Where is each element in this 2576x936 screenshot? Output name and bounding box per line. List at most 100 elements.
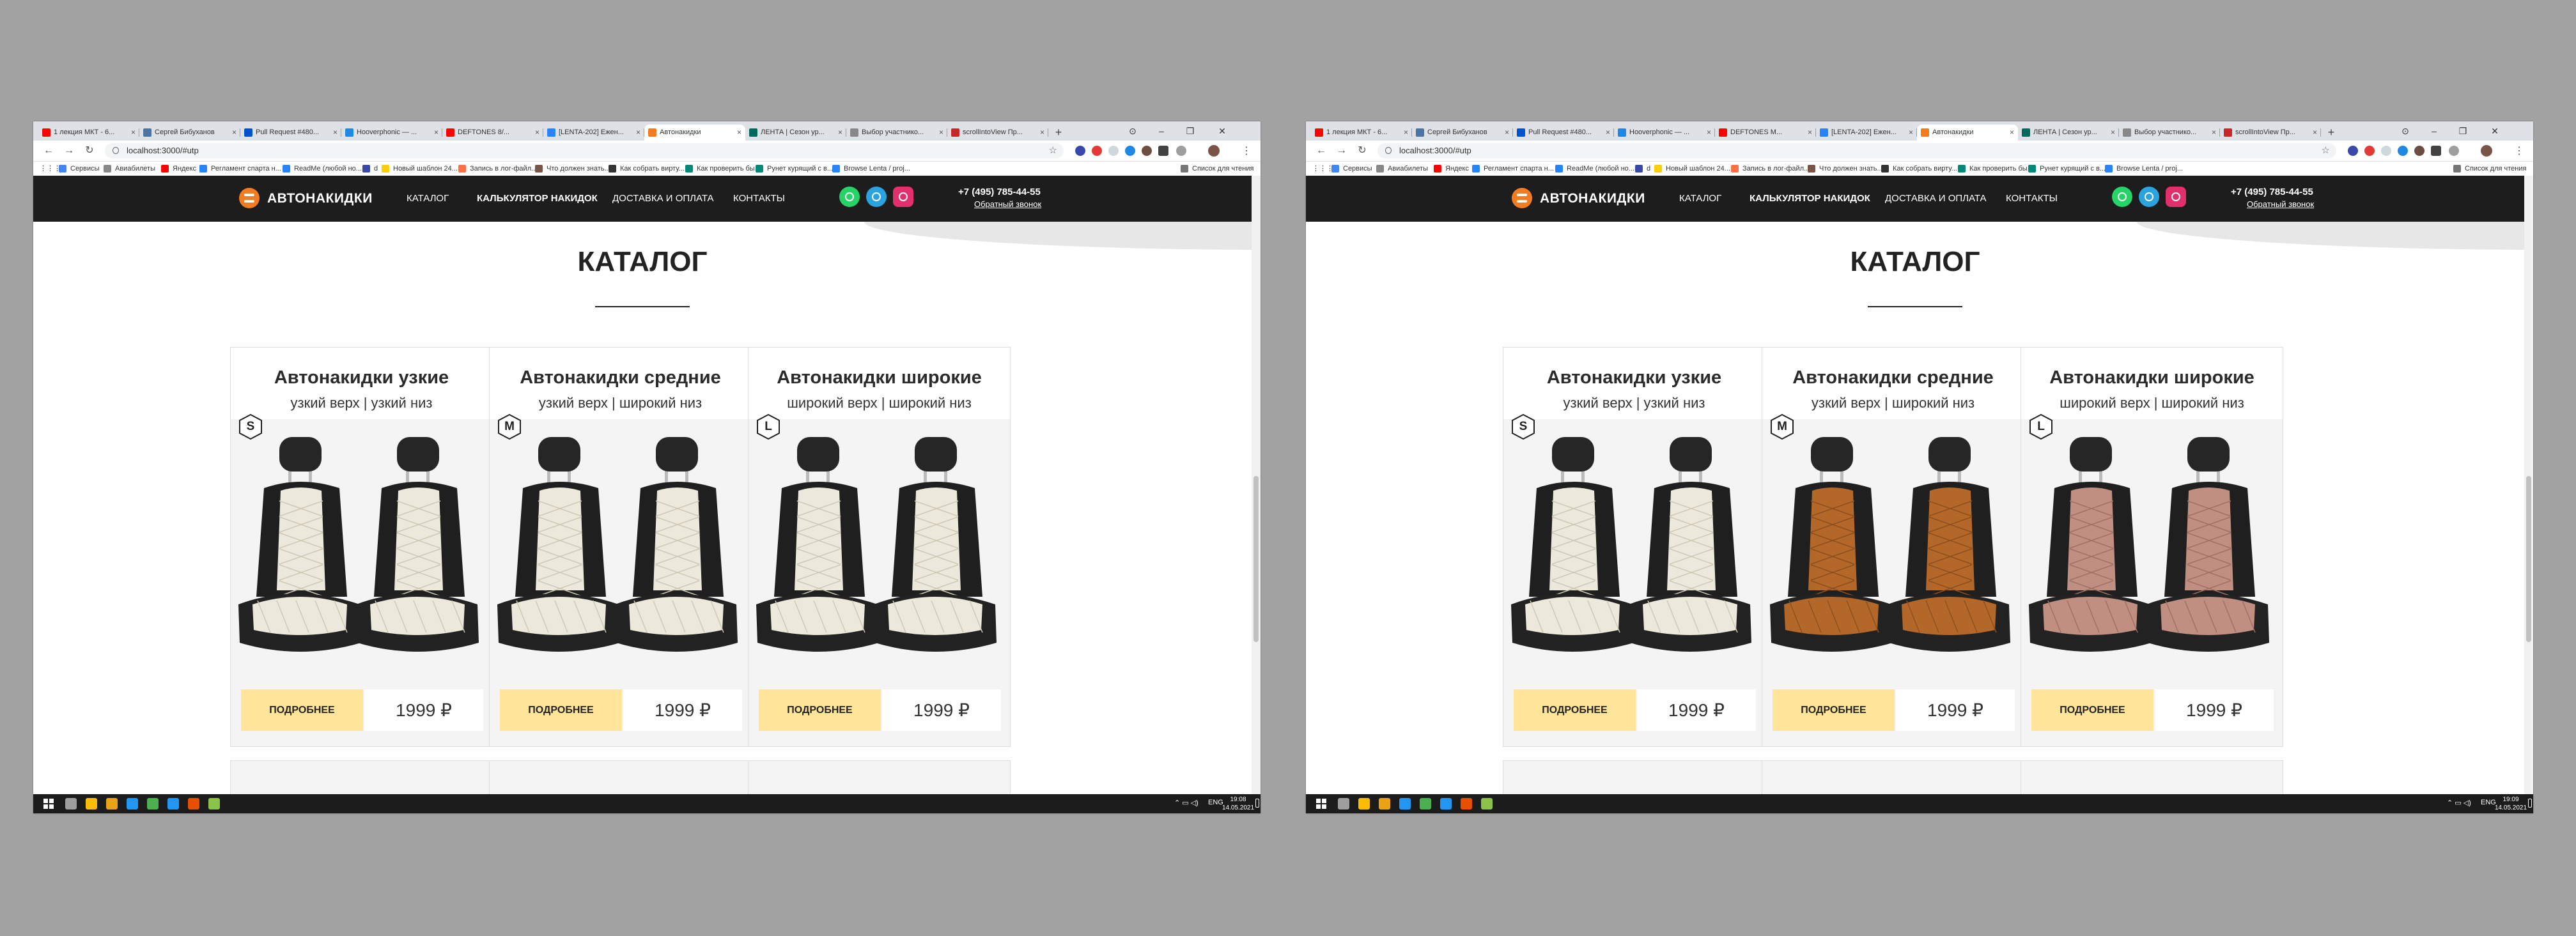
details-button[interactable]: ПОДРОБНЕЕ <box>1773 689 1895 731</box>
bookmark-item[interactable]: Авиабилеты <box>1376 164 1428 174</box>
tab-close-icon[interactable]: × <box>1606 125 1610 141</box>
browser-tab[interactable]: ЛЕНТА | Сезон ур... × <box>2018 125 2119 141</box>
nav-contacts[interactable]: КОНТАКТЫ <box>733 193 785 204</box>
bookmark-item[interactable]: Регламент спарта н... <box>1472 164 1554 174</box>
app-taskbar-icon[interactable] <box>188 798 199 809</box>
whatsapp-icon[interactable] <box>2112 187 2132 207</box>
bookmark-item[interactable]: Как проверить бы... <box>1958 164 2033 174</box>
browser-tab[interactable]: scrollIntoView Пр... × <box>947 125 1048 141</box>
tab-close-icon[interactable]: × <box>434 125 438 141</box>
browser-tab[interactable]: [LENTA-202] Ежен... × <box>543 125 644 141</box>
bookmark-item[interactable]: Сервисы <box>1331 164 1372 174</box>
bookmark-item[interactable]: Запись в лог-файл... <box>458 164 537 174</box>
browser-tab[interactable]: Автонакидки × <box>644 125 745 141</box>
tab-close-icon[interactable]: × <box>333 125 338 141</box>
telegram-icon[interactable] <box>866 187 887 207</box>
reading-list[interactable]: Список для чтения <box>1181 164 1253 174</box>
tool-taskbar-icon[interactable] <box>1420 798 1431 809</box>
extension-icon[interactable] <box>1142 146 1152 156</box>
bookmark-item[interactable]: Новый шаблон 24... <box>382 164 458 174</box>
sublime-taskbar-icon[interactable] <box>106 798 118 809</box>
vscode-taskbar-icon[interactable] <box>127 798 138 809</box>
notepad-taskbar-icon[interactable] <box>208 798 220 809</box>
extension-icon[interactable] <box>2348 146 2358 156</box>
taskbar-clock[interactable]: 19:08 14.05.2021 <box>1222 795 1254 812</box>
extension-icon[interactable] <box>2381 146 2391 156</box>
puzzle-icon[interactable] <box>1158 146 1168 156</box>
notifications-icon[interactable] <box>1255 799 1259 808</box>
bookmark-item[interactable]: Как собрать вирту... <box>609 164 685 174</box>
details-button[interactable]: ПОДРОБНЕЕ <box>1514 689 1636 731</box>
product-image[interactable] <box>1511 437 1757 667</box>
extension-icon[interactable] <box>1092 146 1102 156</box>
tab-close-icon[interactable]: × <box>1909 125 1913 141</box>
maximize-icon[interactable]: ❐ <box>1177 121 1203 141</box>
chrome-taskbar-icon[interactable] <box>1338 798 1349 809</box>
explorer-taskbar-icon[interactable] <box>1358 798 1370 809</box>
page-scrollbar[interactable] <box>2524 176 2533 794</box>
callback-link[interactable]: Обратный звонок <box>974 199 1041 209</box>
extension-icon[interactable] <box>2449 146 2459 156</box>
bookmark-star-icon[interactable]: ☆ <box>1049 143 1057 158</box>
tray-icons[interactable]: ⌃ ▭ ◁) <box>1174 799 1199 807</box>
bookmark-item[interactable]: Авиабилеты <box>104 164 155 174</box>
nav-contacts[interactable]: КОНТАКТЫ <box>2006 193 2058 204</box>
forward-icon[interactable]: → <box>63 144 75 157</box>
browser-tab[interactable]: Hooverphonic — ... × <box>1614 125 1715 141</box>
product-image[interactable] <box>1770 437 2016 667</box>
extension-icon[interactable] <box>2364 146 2375 156</box>
extension-icon[interactable] <box>1075 146 1085 156</box>
bookmark-item[interactable]: Как собрать вирту... <box>1881 164 1957 174</box>
tab-close-icon[interactable]: × <box>2313 125 2317 141</box>
bookmark-item[interactable]: d <box>1635 164 1650 174</box>
browser-tab[interactable]: ЛЕНТА | Сезон ур... × <box>745 125 846 141</box>
extension-icon[interactable] <box>2398 146 2408 156</box>
details-button[interactable]: ПОДРОБНЕЕ <box>241 689 363 731</box>
maximize-icon[interactable]: ❐ <box>2450 121 2476 141</box>
apps-icon[interactable]: ⋮⋮⋮ <box>40 164 61 174</box>
bookmark-item[interactable]: Запись в лог-файл... <box>1731 164 1810 174</box>
forward-icon[interactable]: → <box>1335 144 1348 157</box>
nav-calculator[interactable]: КАЛЬКУЛЯТОР НАКИДОК <box>1750 193 1870 204</box>
browser-tab[interactable]: Выбор участнико... × <box>846 125 947 141</box>
windows-start-icon[interactable] <box>1316 799 1326 809</box>
reload-icon[interactable]: ↻ <box>83 144 96 157</box>
tab-close-icon[interactable]: × <box>737 125 741 141</box>
browser-tab[interactable]: DEFTONES 8/... × <box>442 125 543 141</box>
details-button[interactable]: ПОДРОБНЕЕ <box>500 689 622 731</box>
logo-text[interactable]: АВТОНАКИДКИ <box>267 191 373 206</box>
browser-tab[interactable]: Pull Request #480... × <box>1513 125 1614 141</box>
taskbar-clock[interactable]: 19:09 14.05.2021 <box>2495 795 2527 812</box>
scrollbar-thumb[interactable] <box>1253 476 1259 642</box>
reload-icon[interactable]: ↻ <box>1356 144 1369 157</box>
bookmark-item[interactable]: ReadMe (любой но... <box>1555 164 1634 174</box>
tab-close-icon[interactable]: × <box>2111 125 2115 141</box>
browser-tab[interactable]: Выбор участнико... × <box>2119 125 2220 141</box>
bookmark-item[interactable]: Яндекс <box>161 164 196 174</box>
bookmark-item[interactable]: Яндекс <box>1434 164 1469 174</box>
vscode-taskbar-icon[interactable] <box>1399 798 1411 809</box>
nav-calculator[interactable]: КАЛЬКУЛЯТОР НАКИДОК <box>477 193 598 204</box>
sublime-taskbar-icon[interactable] <box>1379 798 1390 809</box>
tab-close-icon[interactable]: × <box>1808 125 1812 141</box>
logo-text[interactable]: АВТОНАКИДКИ <box>1540 191 1645 206</box>
tab-close-icon[interactable]: × <box>2212 125 2216 141</box>
product-image[interactable] <box>238 437 485 667</box>
notepad-taskbar-icon[interactable] <box>1481 798 1493 809</box>
browser-tab[interactable]: Pull Request #480... × <box>240 125 341 141</box>
browser-tab[interactable]: scrollIntoView Пр... × <box>2220 125 2321 141</box>
notifications-icon[interactable] <box>2528 799 2532 808</box>
tab-close-icon[interactable]: × <box>1404 125 1408 141</box>
browser-tab[interactable]: DEFTONES M... × <box>1715 125 1816 141</box>
browser-tab[interactable]: 1 лекция МКТ - 6... × <box>1311 125 1412 141</box>
product-image[interactable] <box>497 437 743 667</box>
browser-tab[interactable]: Автонакидки × <box>1917 125 2018 141</box>
language-indicator[interactable]: ENG <box>1208 799 1223 806</box>
bookmark-star-icon[interactable]: ☆ <box>2322 143 2330 158</box>
back-icon[interactable]: ← <box>42 144 55 157</box>
tab-close-icon[interactable]: × <box>636 125 640 141</box>
tab-close-icon[interactable]: × <box>131 125 136 141</box>
tool-taskbar-icon[interactable] <box>147 798 159 809</box>
menu-icon[interactable]: ⋮ <box>1241 144 1252 157</box>
bookmark-item[interactable]: Новый шаблон 24... <box>1654 164 1730 174</box>
